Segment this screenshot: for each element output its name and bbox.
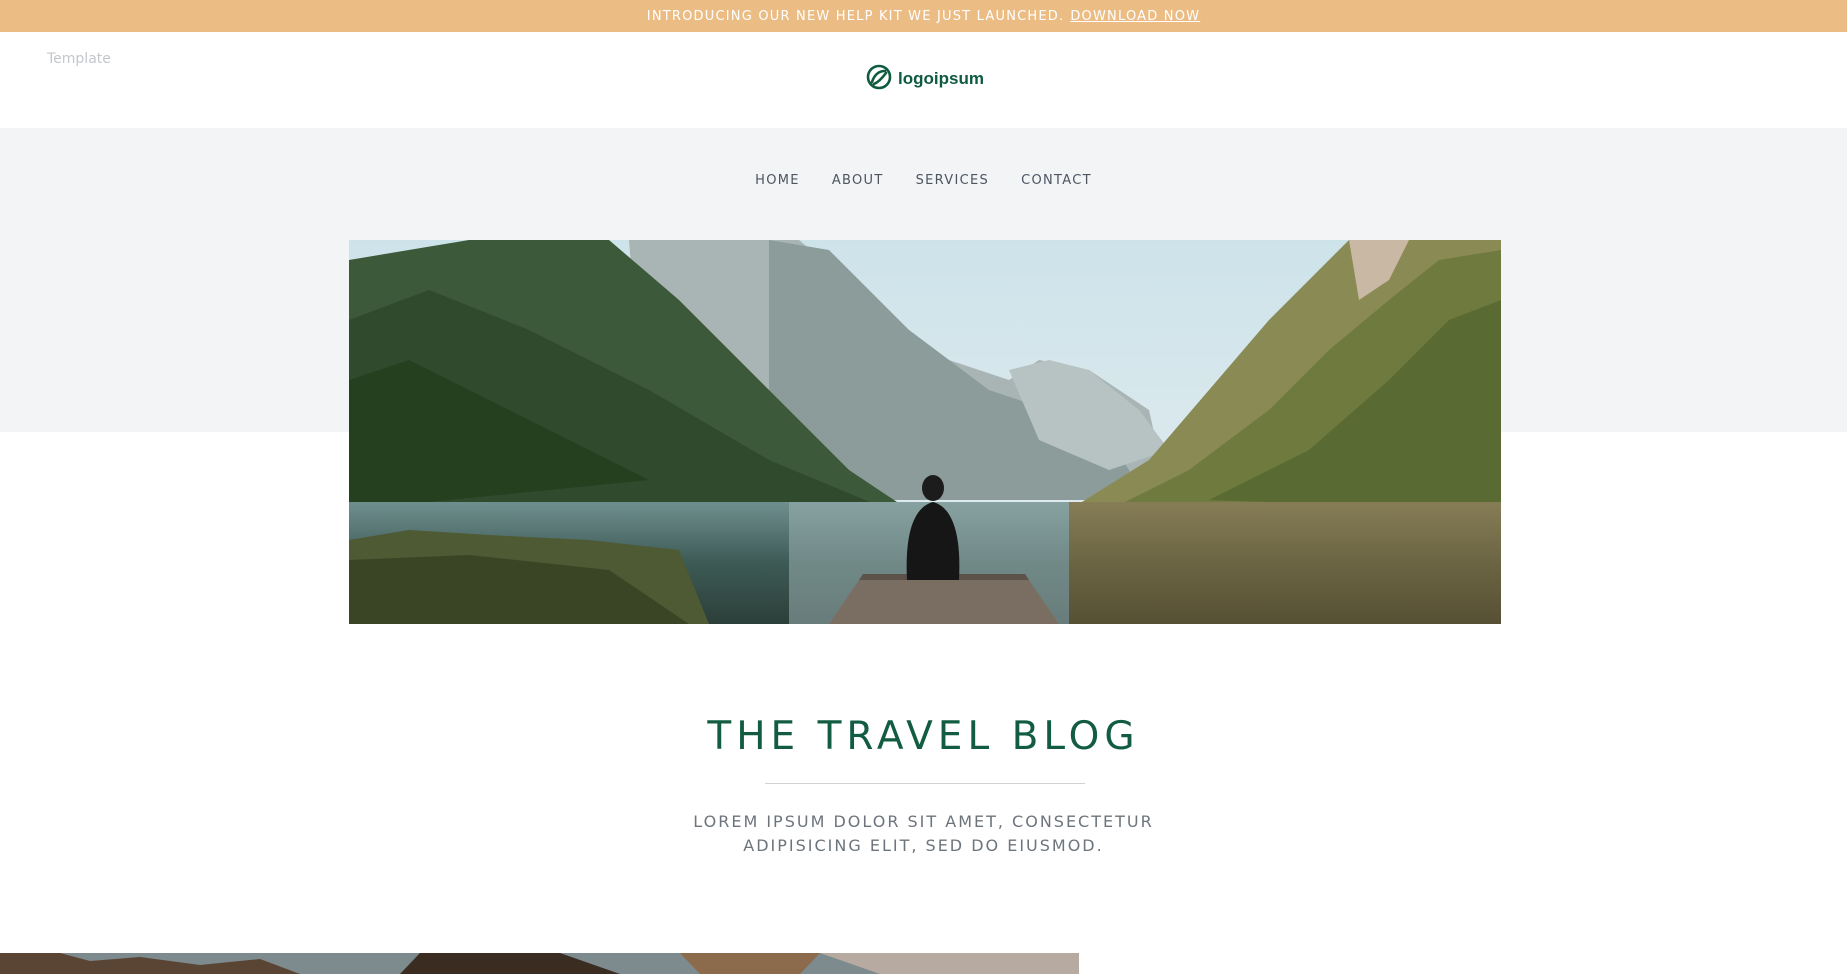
hero-image — [349, 240, 1501, 624]
logo-text: logoipsum — [898, 69, 984, 88]
nav-about[interactable]: ABOUT — [832, 173, 884, 188]
title-divider — [765, 783, 1085, 784]
announcement-bar: INTRODUCING OUR NEW HELP KIT WE JUST LAU… — [0, 0, 1847, 32]
page-subtitle: LOREM IPSUM DOLOR SIT AMET, CONSECTETUR … — [0, 810, 1847, 858]
subtitle-line-2: ADIPISICING ELIT, SED DO EIUSMOD. — [743, 836, 1104, 855]
announcement-text: INTRODUCING OUR NEW HELP KIT WE JUST LAU… — [646, 8, 1065, 24]
subtitle-line-1: LOREM IPSUM DOLOR SIT AMET, CONSECTETUR — [693, 812, 1154, 831]
logo-icon — [866, 64, 892, 94]
site-header: Template logoipsum — [0, 32, 1847, 128]
download-now-link[interactable]: DOWNLOAD NOW — [1070, 9, 1200, 24]
nav-home[interactable]: HOME — [755, 173, 800, 188]
template-label: Template — [47, 51, 111, 67]
nav-contact[interactable]: CONTACT — [1021, 173, 1092, 188]
page-title: THE TRAVEL BLOG — [707, 714, 1140, 759]
site-logo[interactable]: logoipsum — [866, 64, 984, 94]
featured-post-image — [0, 953, 1079, 974]
nav-services[interactable]: SERVICES — [916, 173, 989, 188]
main-nav: HOME ABOUT SERVICES CONTACT — [0, 173, 1847, 188]
